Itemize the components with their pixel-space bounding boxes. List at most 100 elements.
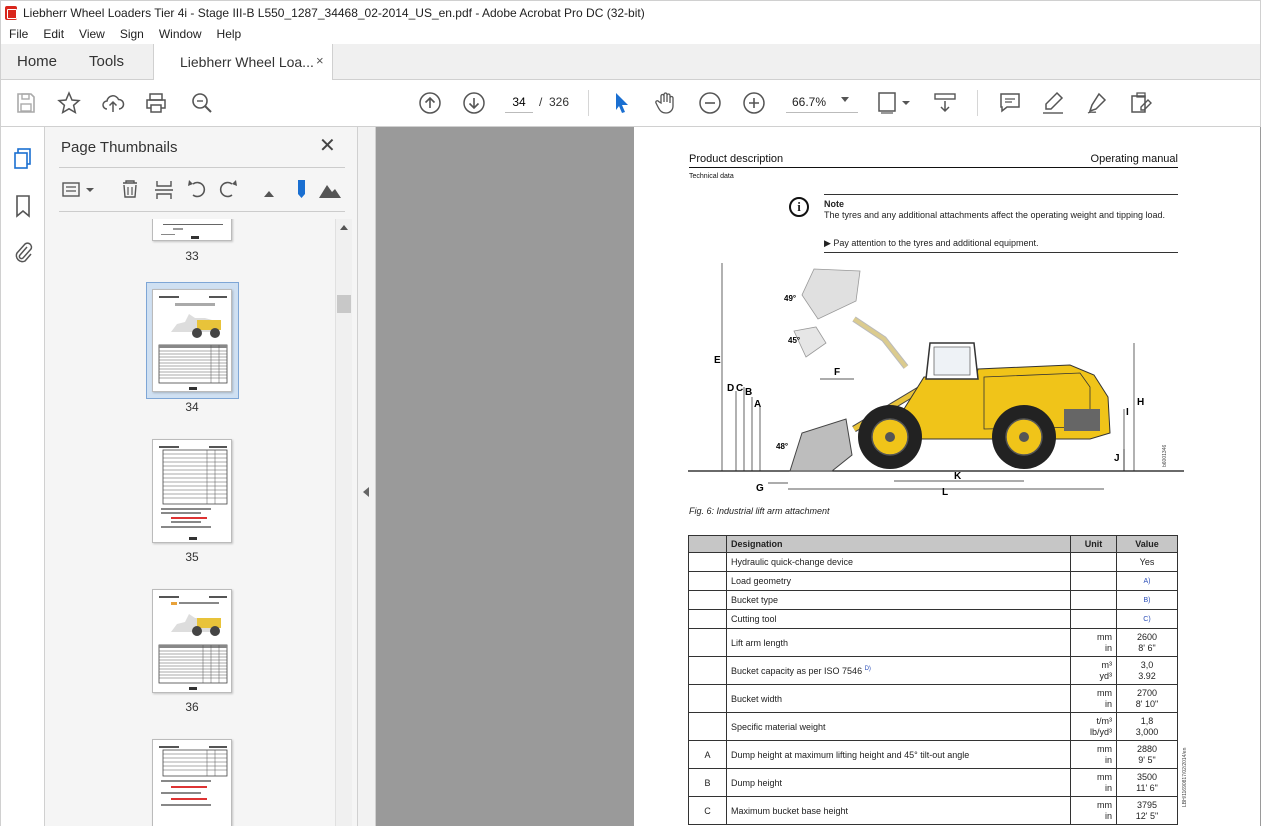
page-header-left: Product description — [689, 153, 784, 165]
title-bar: Liebherr Wheel Loaders Tier 4i - Stage I… — [0, 0, 1261, 24]
scroll-mode-icon[interactable] — [933, 91, 957, 115]
tab-home[interactable]: Home — [17, 53, 57, 70]
info-icon: i — [789, 197, 809, 217]
table-row: Hydraulic quick-change device Yes — [688, 552, 1178, 572]
dim-label-e: E — [714, 355, 721, 366]
highlight-pen-icon[interactable] — [1041, 91, 1065, 115]
save-icon[interactable] — [14, 91, 38, 115]
menu-file[interactable]: File — [1, 27, 35, 41]
unit-imperial: in — [1104, 810, 1112, 821]
value-imperial: 12' 5" — [1135, 810, 1159, 821]
zoom-out-icon[interactable] — [698, 91, 722, 115]
collapse-panel-icon[interactable] — [363, 487, 369, 497]
menu-window[interactable]: Window — [151, 27, 209, 41]
previous-page-icon[interactable] — [418, 91, 442, 115]
value-metric: 1,8 — [1140, 715, 1154, 726]
tab-bar: Home Tools Liebherr Wheel Loa... × — [0, 44, 1261, 80]
dim-label-h: H — [1137, 397, 1144, 408]
menu-help[interactable]: Help — [209, 27, 249, 41]
tab-document[interactable]: Liebherr Wheel Loa... × — [153, 44, 333, 80]
table-row: C Maximum bucket base height mm in 3795 12… — [688, 796, 1178, 825]
zoom-search-icon[interactable] — [190, 91, 214, 115]
scroll-up-icon[interactable] — [340, 225, 348, 230]
page-number-input[interactable] — [505, 91, 533, 113]
table-cell-designation: Specific material weight — [726, 712, 1071, 741]
value-imperial: 8' 6" — [1138, 642, 1156, 653]
tab-tools[interactable]: Tools — [89, 53, 124, 70]
table-cell-link[interactable]: A) — [1116, 571, 1178, 591]
page-thumbnail[interactable] — [152, 739, 232, 826]
insert-page-icon[interactable] — [155, 181, 173, 199]
page-total: 326 — [549, 95, 570, 109]
table-cell-symbol — [688, 590, 727, 610]
table-row: Cutting tool C) — [688, 609, 1178, 629]
bookmark-star-icon[interactable] — [57, 91, 81, 115]
figure-caption: Fig. 6: Industrial lift arm attachment — [689, 506, 830, 516]
page-number-label: 34 — [185, 400, 199, 414]
select-arrow-icon[interactable] — [610, 91, 634, 115]
print-icon[interactable] — [144, 91, 168, 115]
table-cell-symbol — [688, 712, 727, 741]
close-tab-icon[interactable]: × — [316, 53, 324, 68]
page-thumbnail-selected[interactable] — [152, 289, 232, 392]
page-thumbnails-icon[interactable] — [12, 147, 34, 171]
unit-imperial: in — [1104, 698, 1112, 709]
bookmarks-icon[interactable] — [12, 194, 34, 218]
table-cell-symbol — [688, 571, 727, 591]
table-cell-value: 2700 8' 10" — [1116, 684, 1178, 713]
value-imperial: 3.92 — [1138, 670, 1156, 681]
table-row: Load geometry A) — [688, 571, 1178, 591]
table-row: Lift arm length mm in 2600 8' 6" — [688, 628, 1178, 657]
page-thumbnail[interactable] — [152, 439, 232, 543]
table-cell-link[interactable]: B) — [1116, 590, 1178, 610]
table-cell-unit: m³ yd³ — [1070, 656, 1117, 685]
zoom-in-icon[interactable] — [742, 91, 766, 115]
thumbnails-scrollbar[interactable] — [335, 219, 352, 826]
footnote-link[interactable]: D) — [865, 666, 871, 672]
sign-pen-icon[interactable] — [1085, 91, 1109, 115]
delete-page-icon[interactable] — [123, 180, 137, 198]
thumbnail-size-large-icon[interactable] — [319, 185, 341, 198]
panel-splitter[interactable] — [358, 127, 376, 826]
table-row: A Dump height at maximum lifting height … — [688, 740, 1178, 769]
close-icon[interactable]: ✕ — [319, 136, 336, 156]
thumbnail-size-slider-icon[interactable] — [298, 180, 305, 198]
next-page-icon[interactable] — [462, 91, 486, 115]
attachments-icon[interactable] — [12, 240, 34, 264]
menu-edit[interactable]: Edit — [35, 27, 71, 41]
table-cell-symbol — [688, 684, 727, 713]
menu-view[interactable]: View — [71, 27, 112, 41]
table-cell-designation: Maximum bucket base height — [726, 796, 1071, 825]
toolbar-divider — [588, 90, 589, 116]
unit-metric: mm — [1097, 771, 1112, 782]
thumbnail-size-small-icon[interactable] — [264, 191, 274, 197]
hand-tool-icon[interactable] — [654, 91, 678, 115]
scrollbar-thumb[interactable] — [337, 295, 351, 313]
page-thumbnail[interactable] — [152, 589, 232, 693]
window-title: Liebherr Wheel Loaders Tier 4i - Stage I… — [23, 5, 645, 20]
table-row: Bucket width mm in 2700 8' 10" — [688, 684, 1178, 713]
comment-icon[interactable] — [998, 91, 1022, 115]
table-cell-designation: Bucket capacity as per ISO 7546 D) — [726, 656, 1071, 685]
value-metric: 2700 — [1136, 687, 1158, 698]
menu-bar: File Edit View Sign Window Help — [0, 24, 1261, 44]
note-text: The tyres and any additional attachments… — [824, 210, 1166, 220]
dim-label-c: C — [736, 383, 743, 394]
zoom-dropdown[interactable]: 66.7% — [786, 91, 858, 113]
table-cell-unit: mm in — [1070, 796, 1117, 825]
note-rule — [824, 194, 1178, 195]
dim-label-l: L — [942, 487, 948, 498]
divider — [59, 211, 345, 212]
menu-sign[interactable]: Sign — [112, 27, 151, 41]
angle-label-48: 48° — [776, 442, 788, 451]
note-rule — [824, 252, 1178, 253]
table-cell-designation: Bucket width — [726, 684, 1071, 713]
fill-sign-icon[interactable] — [1129, 91, 1153, 115]
rotate-right-icon[interactable] — [219, 180, 237, 198]
upload-cloud-icon[interactable] — [101, 91, 125, 115]
fit-page-icon[interactable] — [877, 91, 913, 115]
options-menu-icon[interactable] — [62, 182, 94, 197]
table-cell-link[interactable]: C) — [1116, 609, 1178, 629]
rotate-left-icon[interactable] — [188, 180, 206, 198]
page-thumbnail[interactable] — [152, 219, 232, 241]
